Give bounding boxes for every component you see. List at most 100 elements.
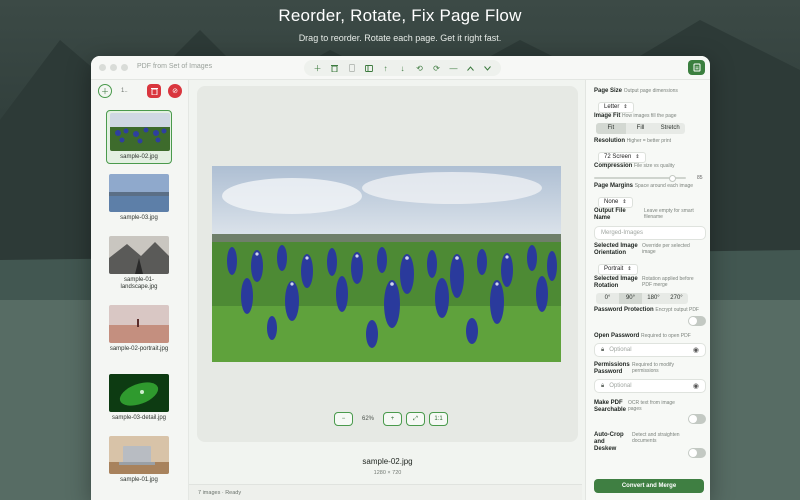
orientation-label: Selected Image Orientation (594, 243, 638, 256)
filename-label: Output File Name (594, 208, 626, 221)
rotation-180[interactable]: 180° (642, 293, 665, 304)
hero-headline: Reorder, Rotate, Fix Page Flow (278, 6, 522, 25)
fit-to-window-button[interactable]: ⤢ (406, 412, 425, 426)
minimize-window-button[interactable] (110, 64, 117, 71)
zoom-window-button[interactable] (121, 64, 128, 71)
trash-icon (331, 65, 338, 72)
next-button[interactable] (480, 61, 495, 75)
sidebar-icon (364, 64, 373, 72)
convert-and-merge-button[interactable]: Convert and Merge (594, 479, 704, 493)
clear-all-button[interactable]: ⊘ (168, 84, 182, 98)
preview-image (212, 166, 561, 362)
rotation-90[interactable]: 90° (619, 293, 642, 304)
autocrop-toggle[interactable] (688, 448, 706, 458)
ocr-toggle[interactable] (688, 414, 706, 424)
compression-slider-thumb[interactable] (668, 175, 676, 182)
thumbnail-item[interactable]: sample-03.jpg (106, 172, 172, 226)
thumbnail-caption: sample-03-detail.jpg (111, 415, 167, 421)
ocr-setting: Make PDF Searchable OCR text from image … (594, 400, 706, 426)
image-fit-fill[interactable]: Fill (626, 123, 656, 134)
export-button[interactable] (688, 60, 705, 75)
add-images-button[interactable]: ＋ (98, 84, 112, 98)
minus-icon: — (449, 63, 458, 73)
margins-select[interactable]: None ⇕ (598, 196, 633, 208)
ocr-hint: OCR text from image pages (628, 400, 675, 412)
thumbnail-item[interactable]: sample-01.jpg (106, 434, 172, 488)
page-size-select[interactable]: Letter ⇕ (598, 101, 634, 113)
orientation-select[interactable]: Portrait ⇕ (598, 263, 638, 275)
page-icon (348, 64, 355, 72)
thumbnail-image (110, 113, 170, 151)
chevron-up-icon (467, 65, 474, 71)
autocrop-setting: Auto-Crop and Deskew Detect and straight… (594, 432, 706, 460)
resolution-value: 72 Screen (604, 154, 632, 160)
thumbnail-caption: sample-01-landscape.jpg (120, 277, 158, 290)
filename-input[interactable]: Merged-Images (594, 226, 706, 240)
thumbnail-item[interactable]: sample-01-landscape.jpg (106, 234, 172, 290)
rotate-right-button[interactable]: ⟳ (429, 61, 444, 75)
zoom-out-button[interactable]: − (334, 412, 353, 426)
eye-icon[interactable]: ◉ (693, 346, 699, 354)
updown-chevron-icon: ⇕ (635, 154, 640, 160)
resolution-label: Resolution (594, 138, 625, 144)
separator-button[interactable]: — (446, 61, 461, 75)
window-title: PDF from Set of Images (137, 63, 213, 70)
page-size-setting: Page Size Output page dimensions Letter ⇕ (594, 88, 706, 113)
image-fit-fit[interactable]: Fit (596, 123, 626, 134)
rotate-left-icon: ⟲ (416, 63, 423, 73)
rotation-hint: Rotation applied before PDF merge (642, 276, 694, 288)
protection-toggle[interactable] (688, 316, 706, 326)
thumbnail-item[interactable]: sample-02.jpg (106, 110, 172, 164)
resolution-select[interactable]: 72 Screen ⇕ (598, 151, 646, 163)
move-up-button[interactable]: ↑ (378, 61, 393, 75)
perm-password-hint: Required to modify permissions (632, 362, 674, 374)
expand-icon: ⤢ (413, 415, 418, 422)
remove-images-button[interactable] (147, 84, 161, 98)
previous-button[interactable] (463, 61, 478, 75)
rotate-left-button[interactable]: ⟲ (412, 61, 427, 75)
filename-setting: Output File Name Leave empty for smart f… (594, 208, 706, 240)
settings-panel: Page Size Output page dimensions Letter ⇕… (585, 80, 710, 500)
perm-password-label: Permissions Password (594, 362, 630, 375)
thumbnail-image (109, 236, 169, 274)
compression-slider[interactable]: 85 (594, 175, 706, 182)
toggle-sidebar-button[interactable] (361, 61, 376, 75)
open-password-setting: Open Password Required to open PDF 🔒︎ Op… (594, 333, 706, 357)
thumbnail-caption: sample-02.jpg (120, 154, 158, 160)
move-down-button[interactable]: ↓ (395, 61, 410, 75)
thumbnail-item[interactable]: sample-03-detail.jpg (106, 372, 172, 426)
zoom-in-button[interactable]: + (383, 412, 402, 426)
rotation-segmented: 0° 90° 180° 270° (596, 293, 688, 304)
plus-circle-icon: ＋ (101, 86, 109, 96)
image-fit-label: Image Fit (594, 113, 621, 119)
eye-icon[interactable]: ◉ (693, 382, 699, 390)
image-fit-stretch[interactable]: Stretch (655, 123, 685, 134)
filename-hint: Leave empty for smart filename (644, 208, 694, 220)
image-fit-setting: Image Fit How images fill the page Fit F… (594, 113, 706, 134)
compression-hint: File size vs quality (634, 163, 675, 169)
close-window-button[interactable] (99, 64, 106, 71)
stop-icon: ⊘ (172, 88, 178, 95)
rotation-270[interactable]: 270° (665, 293, 688, 304)
open-password-hint: Required to open PDF (641, 333, 691, 339)
add-image-button[interactable]: ＋ (310, 61, 325, 75)
page-size-label: Page Size (594, 88, 623, 94)
open-password-input[interactable]: 🔒︎ Optional ◉ (594, 343, 706, 357)
delete-image-button[interactable] (327, 61, 342, 75)
actual-size-button[interactable]: 1:1 (429, 412, 448, 426)
plus-icon: ＋ (313, 63, 322, 73)
image-fit-segmented: Fit Fill Stretch (596, 123, 685, 134)
thumbnail-caption: sample-01.jpg (120, 477, 158, 483)
selection-count: 1.. (121, 88, 128, 94)
protection-hint: Encrypt output PDF (655, 307, 699, 313)
autocrop-label: Auto-Crop and Deskew (594, 432, 624, 452)
thumbnail-item[interactable]: sample-02-portrait.jpg (106, 303, 172, 357)
rotation-0[interactable]: 0° (596, 293, 619, 304)
page-button[interactable] (344, 61, 359, 75)
margins-value: None (604, 199, 619, 205)
perm-password-input[interactable]: 🔒︎ Optional ◉ (594, 379, 706, 393)
margins-hint: Space around each image (634, 183, 694, 189)
status-bar: 7 images · Ready (189, 484, 582, 500)
autocrop-hint: Detect and straighten documents (632, 432, 680, 444)
lock-icon: 🔒︎ (601, 382, 605, 389)
